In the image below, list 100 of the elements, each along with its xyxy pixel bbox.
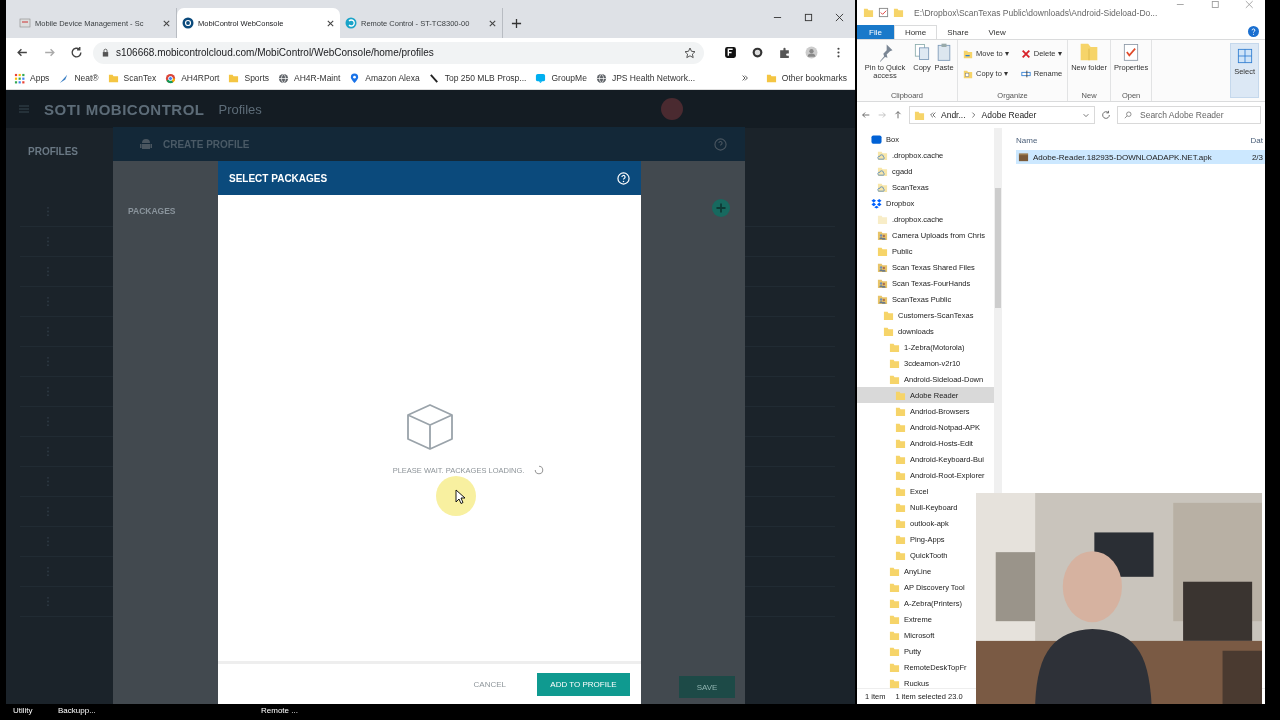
folder-icon [895, 469, 906, 481]
extension-icon[interactable] [724, 46, 737, 59]
maximize-icon[interactable] [804, 13, 813, 22]
close-icon[interactable] [835, 13, 844, 22]
close-icon[interactable] [326, 18, 335, 28]
forward-icon[interactable] [43, 46, 56, 59]
globe-icon [595, 72, 607, 84]
ribbon-tab[interactable]: Share [937, 25, 979, 39]
folder-icon [895, 485, 906, 497]
globe-icon [278, 72, 290, 84]
refresh-icon[interactable] [1101, 110, 1111, 120]
folder-icon [895, 533, 906, 545]
copy-icon [912, 42, 932, 62]
move-folder-icon [963, 49, 973, 59]
cloud-folder-icon [877, 165, 888, 177]
desktop-icon-label[interactable]: Remote ... [261, 706, 298, 715]
bookmark[interactable]: Neat® [58, 72, 99, 84]
bookmark[interactable]: Other bookmarks [765, 72, 847, 84]
shared-folder-icon [877, 229, 888, 241]
rename-icon [1020, 69, 1031, 79]
close-icon[interactable] [162, 18, 171, 28]
ribbon-tab[interactable]: Home [893, 25, 938, 39]
reload-icon[interactable] [70, 46, 83, 59]
list-title: PROFILES [28, 146, 79, 157]
address-bar[interactable]: s106668.mobicontrolcloud.com/MobiControl/WebConsole/home/profiles [93, 41, 704, 64]
chevron-icon[interactable] [740, 74, 749, 82]
bookmark[interactable]: Sports [228, 72, 270, 84]
avatar-icon[interactable] [805, 46, 818, 59]
column-header[interactable]: Dat [1250, 135, 1263, 145]
app-title: SOTI MOBICONTROL [44, 100, 205, 118]
cloud-folder-icon [877, 149, 888, 161]
page-title: Profiles [218, 101, 262, 117]
close-icon[interactable] [488, 18, 497, 28]
spinner-icon [534, 465, 545, 475]
folder-icon [895, 517, 906, 529]
file-tab[interactable]: File [857, 25, 894, 39]
desktop-icon-label[interactable]: Backupp... [58, 706, 96, 715]
save-button[interactable]: SAVE [679, 676, 735, 698]
chrome-icon [165, 72, 177, 84]
package-icon [1018, 151, 1029, 163]
folder-icon [889, 597, 900, 609]
bookmark[interactable]: Apps [14, 72, 50, 84]
extension-icon[interactable] [751, 46, 764, 59]
file-row[interactable]: Adobe-Reader.182935-DOWNLOADAPK.NET.apk 2/3 [1016, 150, 1265, 164]
folder-icon [107, 72, 119, 84]
copy-folder-icon [963, 69, 973, 79]
address-bar[interactable]: Andr... Adobe Reader [909, 106, 1095, 124]
folder-icon [765, 72, 777, 84]
android-icon [139, 137, 153, 151]
folder-icon [877, 213, 888, 225]
column-header[interactable]: Name [1016, 135, 1251, 145]
star-icon[interactable] [684, 46, 696, 59]
bookmark[interactable]: AH4R-Maint [278, 72, 341, 84]
up-icon[interactable] [893, 110, 903, 120]
folder-icon [895, 501, 906, 513]
breadcrumb[interactable]: Adobe Reader [981, 110, 1037, 120]
folder-icon [895, 405, 906, 417]
dropdown-icon[interactable] [1082, 111, 1090, 119]
new-tab-icon[interactable] [511, 18, 522, 29]
page-icon [19, 17, 31, 29]
folder-icon [889, 581, 900, 593]
bookmark[interactable]: Amazon Alexa [349, 72, 420, 84]
desktop-icon-label[interactable]: Utility [13, 706, 33, 715]
folder-icon [895, 389, 906, 401]
folder-icon [895, 421, 906, 433]
shared-folder-icon [877, 277, 888, 289]
shared-folder-icon [877, 261, 888, 273]
chevron-icon [969, 111, 978, 119]
back-icon[interactable] [16, 46, 29, 59]
gear-icon [182, 17, 194, 29]
help-icon[interactable] [1248, 26, 1259, 37]
new-folder-icon [1079, 42, 1100, 62]
folder-icon [895, 549, 906, 561]
section-label: PACKAGES [128, 206, 176, 216]
folder-icon [895, 437, 906, 449]
folder-icon [889, 565, 900, 577]
folder-icon [889, 661, 900, 673]
cursor-highlight [436, 476, 476, 516]
folder-icon [889, 645, 900, 657]
bookmark[interactable]: AH4RPort [165, 72, 220, 84]
dialog-title: SELECT PACKAGES [229, 172, 328, 184]
bookmark[interactable]: JPS Health Network... [595, 72, 695, 84]
folder-icon [889, 373, 900, 385]
bookmark[interactable]: GroupMe [535, 72, 587, 84]
breadcrumb[interactable]: Andr... [941, 110, 966, 120]
properties-icon[interactable] [878, 7, 889, 18]
lock-icon [101, 48, 110, 57]
bookmark[interactable]: ScanTex [107, 72, 157, 84]
folder-icon [883, 309, 894, 321]
search-field[interactable]: Search Adobe Reader [1117, 106, 1261, 124]
folder-icon [889, 629, 900, 641]
folder-icon [914, 109, 925, 121]
map-pin-icon [349, 72, 361, 84]
puzzle-icon[interactable] [778, 46, 791, 59]
ribbon-tab[interactable]: View [978, 25, 1016, 39]
bookmark[interactable]: Top 250 MLB Prosp... [428, 72, 527, 84]
folder-icon [228, 72, 240, 84]
package-box-icon [404, 403, 455, 451]
folder-icon [889, 341, 900, 353]
delete-icon [1020, 49, 1031, 59]
